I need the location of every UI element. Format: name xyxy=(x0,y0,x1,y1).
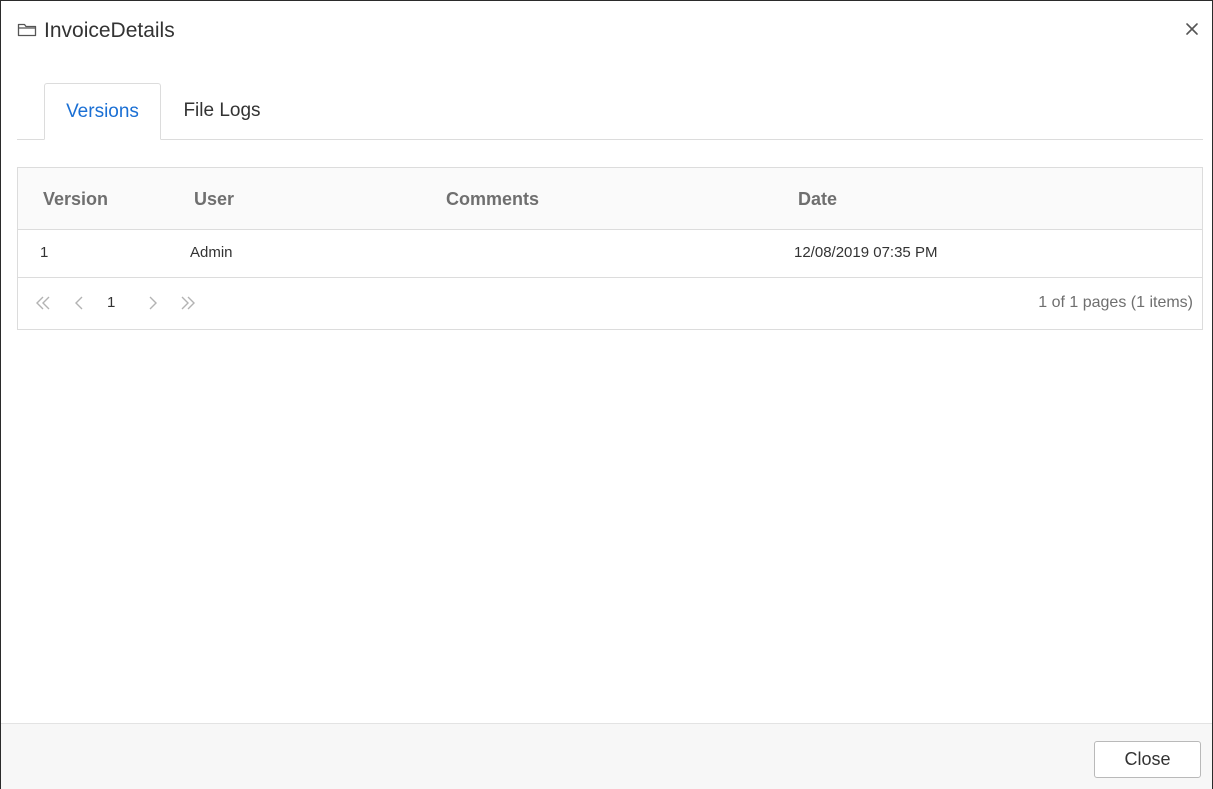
column-header-user[interactable]: User xyxy=(194,168,234,231)
folder-icon xyxy=(17,21,37,37)
first-page-icon[interactable] xyxy=(33,294,53,312)
invoice-details-dialog: InvoiceDetails Versions File Logs Versio… xyxy=(0,0,1213,789)
dialog-footer: Close xyxy=(1,723,1212,789)
page-number-1[interactable]: 1 xyxy=(107,278,115,328)
cell-version: 1 xyxy=(40,244,49,261)
tab-versions[interactable]: Versions xyxy=(44,83,161,140)
tab-bar: Versions File Logs xyxy=(17,83,1203,140)
column-header-date[interactable]: Date xyxy=(798,168,837,231)
close-icon[interactable] xyxy=(1181,18,1203,40)
cell-user: Admin xyxy=(190,244,233,261)
pager: 1 1 of 1 pages (1 items) xyxy=(18,278,1202,329)
column-header-comments[interactable]: Comments xyxy=(446,168,539,231)
tab-file-logs[interactable]: File Logs xyxy=(169,83,275,139)
cell-date: 12/08/2019 07:35 PM xyxy=(794,244,938,261)
pager-info: 1 of 1 pages (1 items) xyxy=(1038,294,1193,311)
dialog-title: InvoiceDetails xyxy=(44,19,175,42)
versions-grid: Version User Comments Date 1 Admin 12/08… xyxy=(17,167,1203,330)
column-header-version[interactable]: Version xyxy=(43,168,108,231)
grid-header: Version User Comments Date xyxy=(18,168,1202,230)
prev-page-icon[interactable] xyxy=(70,294,90,312)
close-button[interactable]: Close xyxy=(1094,741,1201,778)
next-page-icon[interactable] xyxy=(142,294,162,312)
dialog-header: InvoiceDetails xyxy=(1,1,1212,61)
last-page-icon[interactable] xyxy=(178,294,198,312)
table-row[interactable]: 1 Admin 12/08/2019 07:35 PM xyxy=(18,230,1202,278)
